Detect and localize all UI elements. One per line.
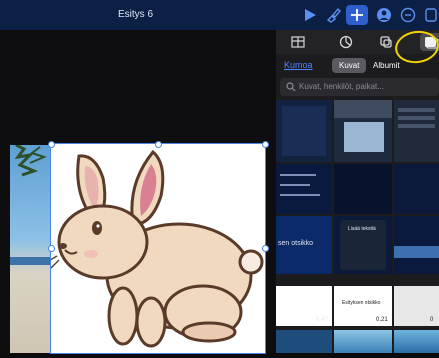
photo-thumbnail[interactable] bbox=[394, 100, 439, 162]
tab-albums[interactable]: Albumit bbox=[366, 58, 407, 73]
play-icon[interactable] bbox=[302, 7, 318, 23]
thumbnail-title: sen otsikko bbox=[278, 240, 314, 247]
slide-thumbnail[interactable]: 0 bbox=[394, 286, 439, 326]
bunny-image[interactable] bbox=[46, 143, 266, 354]
resize-handle[interactable] bbox=[48, 141, 55, 148]
resize-handle[interactable] bbox=[262, 141, 269, 148]
slide-thumbnail[interactable]: 0.47 bbox=[276, 286, 332, 326]
photo-thumbnail[interactable] bbox=[334, 100, 392, 162]
photo-thumbnail[interactable] bbox=[394, 164, 439, 214]
search-icon bbox=[286, 82, 296, 92]
brush-icon[interactable] bbox=[325, 7, 341, 23]
shapes-icon[interactable] bbox=[378, 34, 394, 50]
search-placeholder: Kuvat, henkilöt, paikat... bbox=[299, 82, 384, 91]
resize-handle[interactable] bbox=[262, 245, 269, 252]
slide-thumbnail[interactable]: sen otsikko bbox=[276, 216, 332, 274]
search-input[interactable]: Kuvat, henkilöt, paikat... bbox=[280, 78, 439, 96]
photo-thumbnail[interactable] bbox=[276, 164, 332, 214]
document-icon[interactable] bbox=[423, 7, 439, 23]
duration-label: 0.47 bbox=[316, 317, 328, 323]
slide-thumbnail[interactable]: Lisää tekstiä bbox=[334, 216, 392, 274]
resize-handle[interactable] bbox=[48, 245, 55, 252]
duration-label: 0.21 bbox=[376, 317, 388, 323]
photo-thumbnail[interactable] bbox=[276, 330, 332, 353]
thumbnail-title: Esityksen otsikko bbox=[342, 300, 381, 306]
resize-handle[interactable] bbox=[155, 141, 162, 148]
duration-label: 0 bbox=[430, 317, 434, 323]
chart-icon[interactable] bbox=[338, 34, 354, 50]
tab-photos[interactable]: Kuvat bbox=[332, 58, 367, 73]
media-panel: Kumoa Kuvat Albumit Kuvat, henkilöt, pai… bbox=[276, 30, 439, 353]
table-icon[interactable] bbox=[290, 34, 306, 50]
photo-thumbnail[interactable] bbox=[334, 330, 392, 353]
add-button[interactable] bbox=[346, 5, 368, 25]
photo-thumbnail[interactable] bbox=[394, 330, 439, 353]
collaborate-icon[interactable] bbox=[376, 7, 392, 23]
document-title[interactable]: Esitys 6 bbox=[118, 9, 153, 20]
top-toolbar: Esitys 6 bbox=[0, 0, 439, 30]
add-icon bbox=[351, 9, 363, 21]
photo-thumbnail[interactable] bbox=[276, 100, 332, 162]
more-icon[interactable] bbox=[400, 7, 416, 23]
bunny-illustration bbox=[46, 149, 264, 348]
undo-link[interactable]: Kumoa bbox=[284, 60, 313, 70]
slide-thumbnail[interactable]: Esityksen otsikko 0.21 bbox=[334, 286, 392, 326]
slide-thumbnail[interactable] bbox=[394, 216, 439, 274]
photo-thumbnail[interactable] bbox=[334, 164, 392, 214]
thumbnail-title: Lisää tekstiä bbox=[348, 226, 376, 232]
